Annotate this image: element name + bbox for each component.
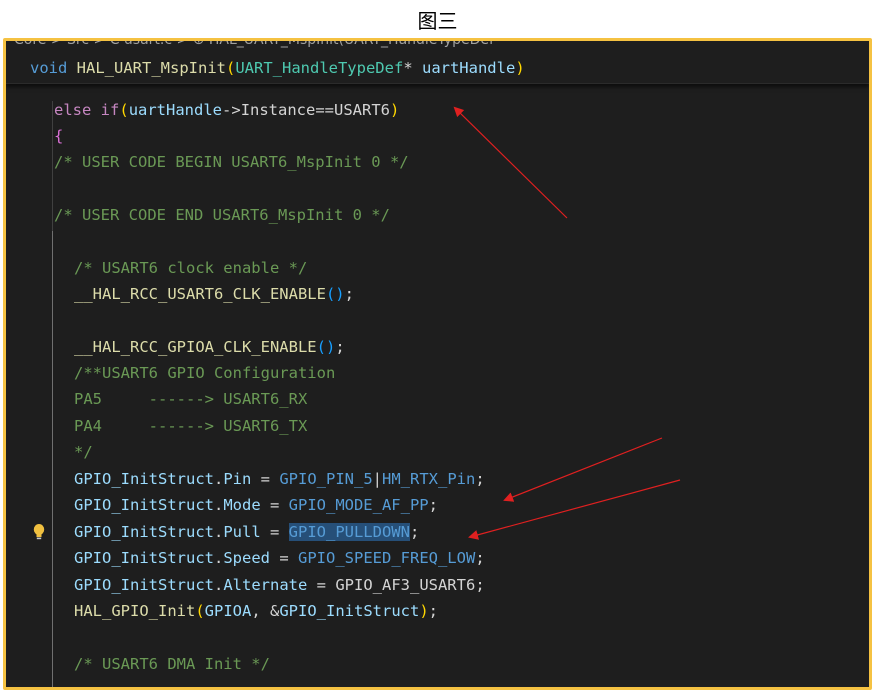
- arrow-to-usart6: [453, 106, 568, 219]
- annotation-arrows: [453, 106, 681, 540]
- arrow-to-pulldown: [468, 479, 681, 540]
